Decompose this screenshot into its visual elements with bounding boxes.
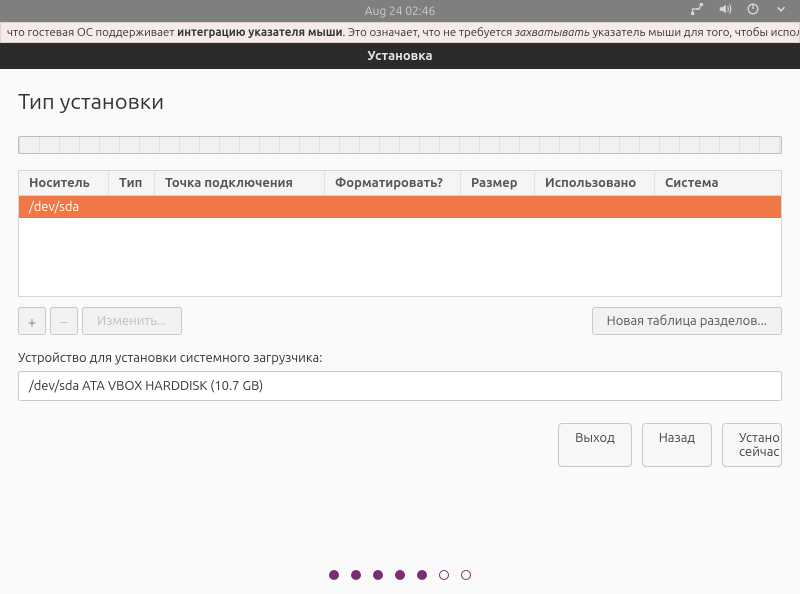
cell-type [109,196,155,218]
partition-table: Носитель Тип Точка подключения Форматиро… [18,170,782,297]
system-tray [690,0,788,22]
step-dot [351,570,361,580]
cell-system [655,196,781,218]
power-icon[interactable] [746,2,760,20]
bootloader-device-select[interactable]: /dev/sda ATA VBOX HARDDISK (10.7 GB) [18,371,782,401]
table-header: Носитель Тип Точка подключения Форматиро… [19,171,781,196]
back-button[interactable]: Назад [642,423,712,467]
cell-mount [155,196,325,218]
col-used[interactable]: Использовано [535,171,655,195]
step-dot [329,570,339,580]
step-dot [373,570,383,580]
col-system[interactable]: Система [655,171,781,195]
volume-icon[interactable] [718,2,732,20]
cell-device: /dev/sda [19,196,109,218]
window-titlebar: Установка [0,43,800,69]
cell-size [461,196,535,218]
partition-buttons: + − Изменить... Новая таблица разделов..… [18,307,782,335]
change-partition-button[interactable]: Изменить... [82,307,182,335]
add-partition-button[interactable]: + [18,307,46,335]
step-dot [395,570,405,580]
window-title: Установка [367,49,432,63]
network-icon[interactable] [690,2,704,20]
chevron-down-icon[interactable] [774,2,788,20]
install-button[interactable]: Установить сейчас [722,423,782,467]
clock-text: Aug 24 02:46 [365,5,436,18]
step-dot [461,570,471,580]
cell-used [535,196,655,218]
disk-usage-bar[interactable] [18,136,782,154]
table-body[interactable]: /dev/sda [19,196,781,296]
page-title: Тип установки [18,89,782,114]
new-partition-table-button[interactable]: Новая таблица разделов... [592,307,782,335]
progress-dots [0,570,800,580]
cell-format [325,196,461,218]
virtualbox-hint-bar: что гостевая ОС поддерживает интеграцию … [0,22,800,43]
remove-partition-button[interactable]: − [50,307,78,335]
table-row[interactable]: /dev/sda [19,196,781,218]
col-size[interactable]: Размер [461,171,535,195]
bootloader-device-value: /dev/sda ATA VBOX HARDDISK (10.7 GB) [29,379,263,393]
col-type[interactable]: Тип [109,171,155,195]
step-dot-current [439,570,449,580]
nav-buttons: Выход Назад Установить сейчас [18,423,782,467]
bootloader-label: Устройство для установки системного загр… [18,351,782,365]
col-mount[interactable]: Точка подключения [155,171,325,195]
installer-content: Тип установки Носитель Тип Точка подключ… [0,69,800,467]
step-dot [417,570,427,580]
system-topbar: Aug 24 02:46 [0,0,800,22]
quit-button[interactable]: Выход [558,423,632,467]
col-device[interactable]: Носитель [19,171,109,195]
col-format[interactable]: Форматировать? [325,171,461,195]
